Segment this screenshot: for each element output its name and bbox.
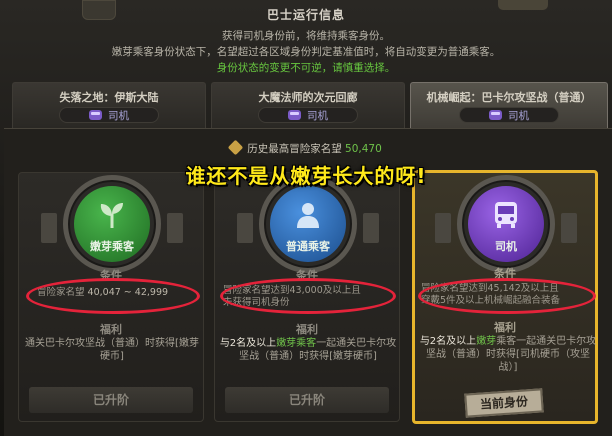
- bus-icon: [89, 110, 102, 120]
- description-line-1: 获得司机身份前，将维持乘客身份。: [222, 30, 390, 42]
- bus-icon: [288, 110, 301, 120]
- role-label: 普通乘客: [286, 240, 330, 253]
- tab-title: 机械崛起：巴卡尔攻坚战（普通）: [426, 91, 592, 104]
- tab-role-label: 司机: [108, 109, 129, 122]
- highlight-oval: [418, 278, 596, 314]
- benefit-pre: 与2名及以上: [419, 336, 477, 347]
- promoted-badge: 已升阶: [29, 387, 193, 413]
- tab-role-badge: 司机: [459, 107, 559, 123]
- card-bracket: [561, 213, 577, 243]
- tab-title: 失落之地：伊斯大陆: [59, 91, 159, 104]
- highlight-oval: [220, 278, 396, 314]
- current-status-stamp: 当前身份: [464, 388, 544, 418]
- benefit-text: 与2名及以上嫩芽乘客一起通关巴卡尔攻坚战（普通）时获得[司机硬币（攻坚战）]: [419, 335, 597, 374]
- role-emblem: 嫩芽乘客: [63, 175, 161, 273]
- card-bracket: [41, 213, 57, 243]
- bus-icon: [489, 110, 502, 120]
- role-emblem: 司机: [457, 175, 555, 273]
- fame-label: 历史最高冒险家名望: [247, 143, 342, 155]
- role-label: 司机: [495, 240, 517, 253]
- emblem-fill: 司机: [468, 186, 544, 262]
- benefit-heading: 福利: [296, 323, 318, 336]
- bus-icon: [495, 202, 517, 228]
- benefit-text: 通关巴卡尔攻坚战（普通）时获得[嫩芽硬币]: [25, 338, 199, 362]
- tab-title: 大魔法师的次元回廊: [258, 91, 358, 104]
- emblem-fill: 普通乘客: [270, 186, 346, 262]
- card-bracket: [167, 213, 183, 243]
- card-bracket: [363, 213, 379, 243]
- tab-bakal-raid[interactable]: 机械崛起：巴卡尔攻坚战（普通） 司机: [410, 82, 608, 128]
- warning-text: 身份状态的变更不可逆，请慎重选择。: [216, 62, 396, 74]
- tab-role-badge: 司机: [258, 107, 358, 123]
- bus-info-window: 巴士运行信息 获得司机身份前，将维持乘客身份。 嫩芽乘客身份状态下，名望超过各区…: [0, 0, 612, 436]
- highest-fame: 历史最高冒险家名望 50,470: [0, 139, 612, 156]
- person-icon: [297, 203, 319, 228]
- tab-role-badge: 司机: [59, 107, 159, 123]
- window-title: 巴士运行信息: [266, 8, 345, 22]
- benefit-highlight: 嫩芽乘客: [276, 338, 317, 349]
- benefit-highlight: 嫩芽: [476, 336, 497, 347]
- tab-isteria[interactable]: 失落之地：伊斯大陆 司机: [12, 82, 206, 128]
- role-emblem: 普通乘客: [259, 175, 357, 273]
- benefit-heading: 福利: [100, 323, 122, 336]
- overlay-caption: 谁还不是从嫩芽长大的呀!: [185, 164, 427, 188]
- tab-role-label: 司机: [307, 109, 328, 122]
- promoted-badge: 已升阶: [225, 387, 389, 413]
- benefit-pre: 与2名及以上: [219, 338, 277, 349]
- region-tabs: 失落之地：伊斯大陆 司机 大魔法师的次元回廊 司机 机械崛起：巴卡尔攻坚战（普通…: [12, 82, 608, 128]
- benefit-text: 与2名及以上嫩芽乘客一起通关巴卡尔攻坚战（普通）时获得[嫩芽硬币]: [219, 337, 397, 363]
- card-bracket: [237, 213, 253, 243]
- tab-role-label: 司机: [508, 109, 529, 122]
- highlight-oval: [26, 278, 200, 314]
- emblem-fill: 嫩芽乘客: [74, 186, 150, 262]
- description-line-2: 嫩芽乘客身份状态下，名望超过各区域身份判定基准值时，将自动变更为普通乘客。: [111, 46, 501, 58]
- fame-value: 50,470: [345, 143, 382, 155]
- role-label: 嫩芽乘客: [90, 240, 134, 253]
- tab-archmage-corridor[interactable]: 大魔法师的次元回廊 司机: [211, 82, 405, 128]
- card-bracket: [435, 213, 451, 243]
- benefit-heading: 福利: [494, 321, 516, 334]
- medal-icon: [227, 139, 244, 156]
- sprout-icon: [100, 203, 123, 228]
